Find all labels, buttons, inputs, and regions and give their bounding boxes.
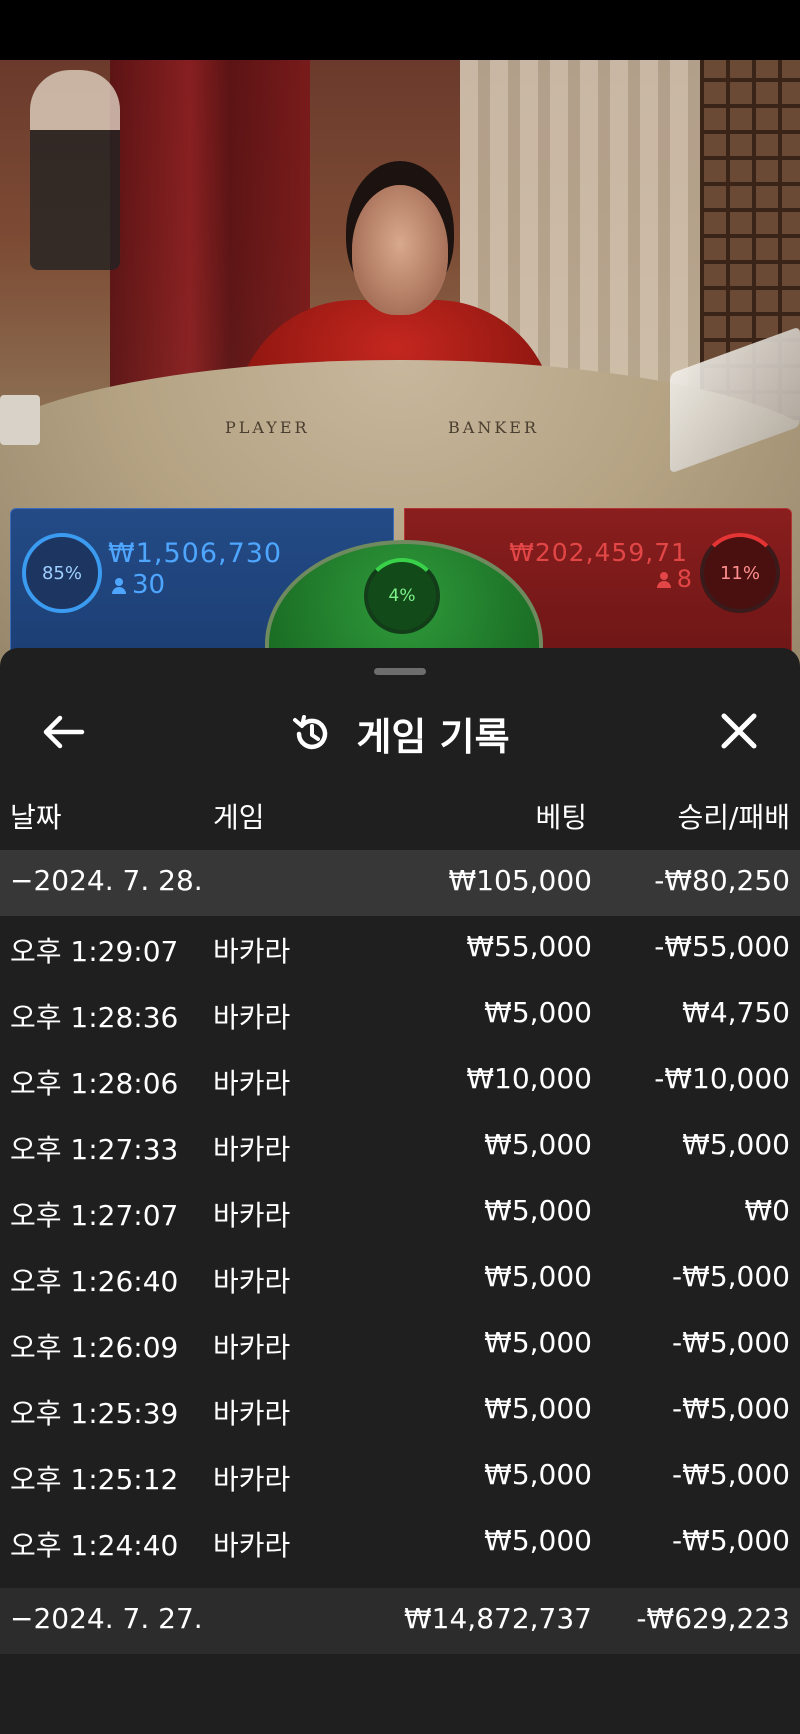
row-result: -₩5,000 bbox=[672, 1392, 790, 1425]
history-row[interactable]: 오후 1:27:07 바카라 ₩5,000 ₩0 bbox=[0, 1180, 800, 1246]
background-dealer bbox=[30, 70, 120, 270]
column-header-game: 게임 bbox=[213, 801, 265, 834]
player-bettor-count: 30 bbox=[112, 570, 165, 600]
history-row[interactable]: 오후 1:28:06 바카라 ₩10,000 -₩10,000 bbox=[0, 1048, 800, 1114]
group-result-total: -₩629,223 bbox=[636, 1602, 790, 1635]
column-header-date: 날짜 bbox=[10, 801, 62, 834]
row-game: 바카라 bbox=[213, 1397, 291, 1430]
dealer-head bbox=[352, 185, 448, 315]
row-bet: ₩5,000 bbox=[484, 1326, 592, 1359]
row-game: 바카라 bbox=[213, 1529, 291, 1562]
row-time: 오후 1:28:06 bbox=[10, 1067, 179, 1100]
row-game: 바카라 bbox=[213, 1199, 291, 1232]
person-icon bbox=[656, 572, 671, 588]
row-game: 바카라 bbox=[213, 1067, 291, 1100]
row-time: 오후 1:29:07 bbox=[10, 935, 179, 968]
history-row[interactable]: 오후 1:24:40 바카라 ₩5,000 -₩5,000 bbox=[0, 1510, 800, 1576]
banker-percent: 11% bbox=[719, 562, 760, 584]
row-time: 오후 1:25:39 bbox=[10, 1397, 179, 1430]
row-game: 바카라 bbox=[213, 1001, 291, 1034]
player-count-value: 30 bbox=[132, 570, 166, 600]
history-row[interactable]: 오후 1:28:36 바카라 ₩5,000 ₩4,750 bbox=[0, 982, 800, 1048]
group-bet-total: ₩105,000 bbox=[448, 864, 592, 897]
row-bet: ₩5,000 bbox=[484, 1524, 592, 1557]
row-time: 오후 1:25:12 bbox=[10, 1463, 179, 1496]
row-result: -₩5,000 bbox=[672, 1458, 790, 1491]
tie-percent-ring: 4% bbox=[364, 558, 440, 634]
row-result: -₩10,000 bbox=[654, 1062, 790, 1095]
row-game: 바카라 bbox=[213, 1265, 291, 1298]
sheet-title-text: 게임 기록 bbox=[356, 715, 510, 759]
person-icon bbox=[112, 578, 126, 594]
row-game: 바카라 bbox=[213, 1463, 291, 1496]
player-percent: 85% bbox=[41, 562, 82, 584]
history-row[interactable]: 오후 1:29:07 바카라 ₩55,000 -₩55,000 bbox=[0, 916, 800, 982]
row-game: 바카라 bbox=[213, 1133, 291, 1166]
row-time: 오후 1:26:09 bbox=[10, 1331, 179, 1364]
row-game: 바카라 bbox=[213, 1331, 291, 1364]
history-row[interactable]: 오후 1:26:40 바카라 ₩5,000 -₩5,000 bbox=[0, 1246, 800, 1312]
history-icon bbox=[290, 712, 334, 765]
sheet-header: 게임 기록 bbox=[0, 688, 800, 778]
row-bet: ₩5,000 bbox=[484, 1260, 592, 1293]
row-time: 오후 1:27:33 bbox=[10, 1133, 179, 1166]
column-header-bet: 베팅 bbox=[535, 801, 587, 834]
game-history-sheet: 게임 기록 날짜 게임 베팅 승리/패배 −2024. 7. 28. ₩105,… bbox=[0, 648, 800, 1734]
history-row[interactable]: 오후 1:25:39 바카라 ₩5,000 -₩5,000 bbox=[0, 1378, 800, 1444]
row-bet: ₩5,000 bbox=[484, 1458, 592, 1491]
table-label-banker: BANKER bbox=[448, 418, 539, 437]
player-percent-ring: 85% bbox=[22, 533, 102, 613]
row-bet: ₩5,000 bbox=[484, 996, 592, 1029]
row-result: ₩4,750 bbox=[682, 996, 790, 1029]
row-result: -₩5,000 bbox=[672, 1326, 790, 1359]
row-result: ₩0 bbox=[744, 1194, 791, 1227]
close-icon bbox=[721, 713, 757, 749]
row-result: ₩5,000 bbox=[682, 1128, 790, 1161]
history-row[interactable]: 오후 1:27:33 바카라 ₩5,000 ₩5,000 bbox=[0, 1114, 800, 1180]
row-bet: ₩55,000 bbox=[466, 930, 592, 963]
row-bet: ₩10,000 bbox=[466, 1062, 592, 1095]
group-date: −2024. 7. 28. bbox=[10, 864, 203, 897]
row-time: 오후 1:26:40 bbox=[10, 1265, 179, 1298]
banker-bettor-count: 8 bbox=[656, 565, 692, 593]
date-group-row[interactable]: −2024. 7. 28. ₩105,000 -₩80,250 bbox=[0, 850, 800, 916]
history-row[interactable]: 오후 1:26:09 바카라 ₩5,000 -₩5,000 bbox=[0, 1312, 800, 1378]
group-result-total: -₩80,250 bbox=[654, 864, 790, 897]
row-result: -₩5,000 bbox=[672, 1260, 790, 1293]
row-game: 바카라 bbox=[213, 935, 291, 968]
row-bet: ₩5,000 bbox=[484, 1194, 592, 1227]
date-group-row[interactable]: −2024. 7. 27. ₩14,872,737 -₩629,223 bbox=[0, 1588, 800, 1654]
column-header-result: 승리/패배 bbox=[677, 801, 790, 834]
row-result: -₩5,000 bbox=[672, 1524, 790, 1557]
group-bet-total: ₩14,872,737 bbox=[403, 1602, 592, 1635]
row-time: 오후 1:28:36 bbox=[10, 1001, 179, 1034]
table-label-player: PLAYER bbox=[225, 418, 310, 437]
banker-bet-amount: ₩202,459,71 bbox=[509, 538, 688, 567]
history-row[interactable]: 오후 1:25:12 바카라 ₩5,000 -₩5,000 bbox=[0, 1444, 800, 1510]
group-date: −2024. 7. 27. bbox=[10, 1602, 203, 1635]
player-bet-amount: ₩1,506,730 bbox=[108, 538, 283, 569]
row-time: 오후 1:24:40 bbox=[10, 1529, 179, 1562]
row-result: -₩55,000 bbox=[654, 930, 790, 963]
tie-percent: 4% bbox=[388, 586, 416, 606]
sheet-drag-handle[interactable] bbox=[374, 668, 426, 675]
row-time: 오후 1:27:07 bbox=[10, 1199, 179, 1232]
row-bet: ₩5,000 bbox=[484, 1128, 592, 1161]
sheet-title: 게임 기록 bbox=[0, 706, 800, 765]
banker-count-value: 8 bbox=[676, 565, 692, 593]
card-deck bbox=[0, 395, 40, 445]
close-button[interactable] bbox=[714, 708, 764, 756]
banker-percent-ring: 11% bbox=[700, 533, 780, 613]
row-bet: ₩5,000 bbox=[484, 1392, 592, 1425]
